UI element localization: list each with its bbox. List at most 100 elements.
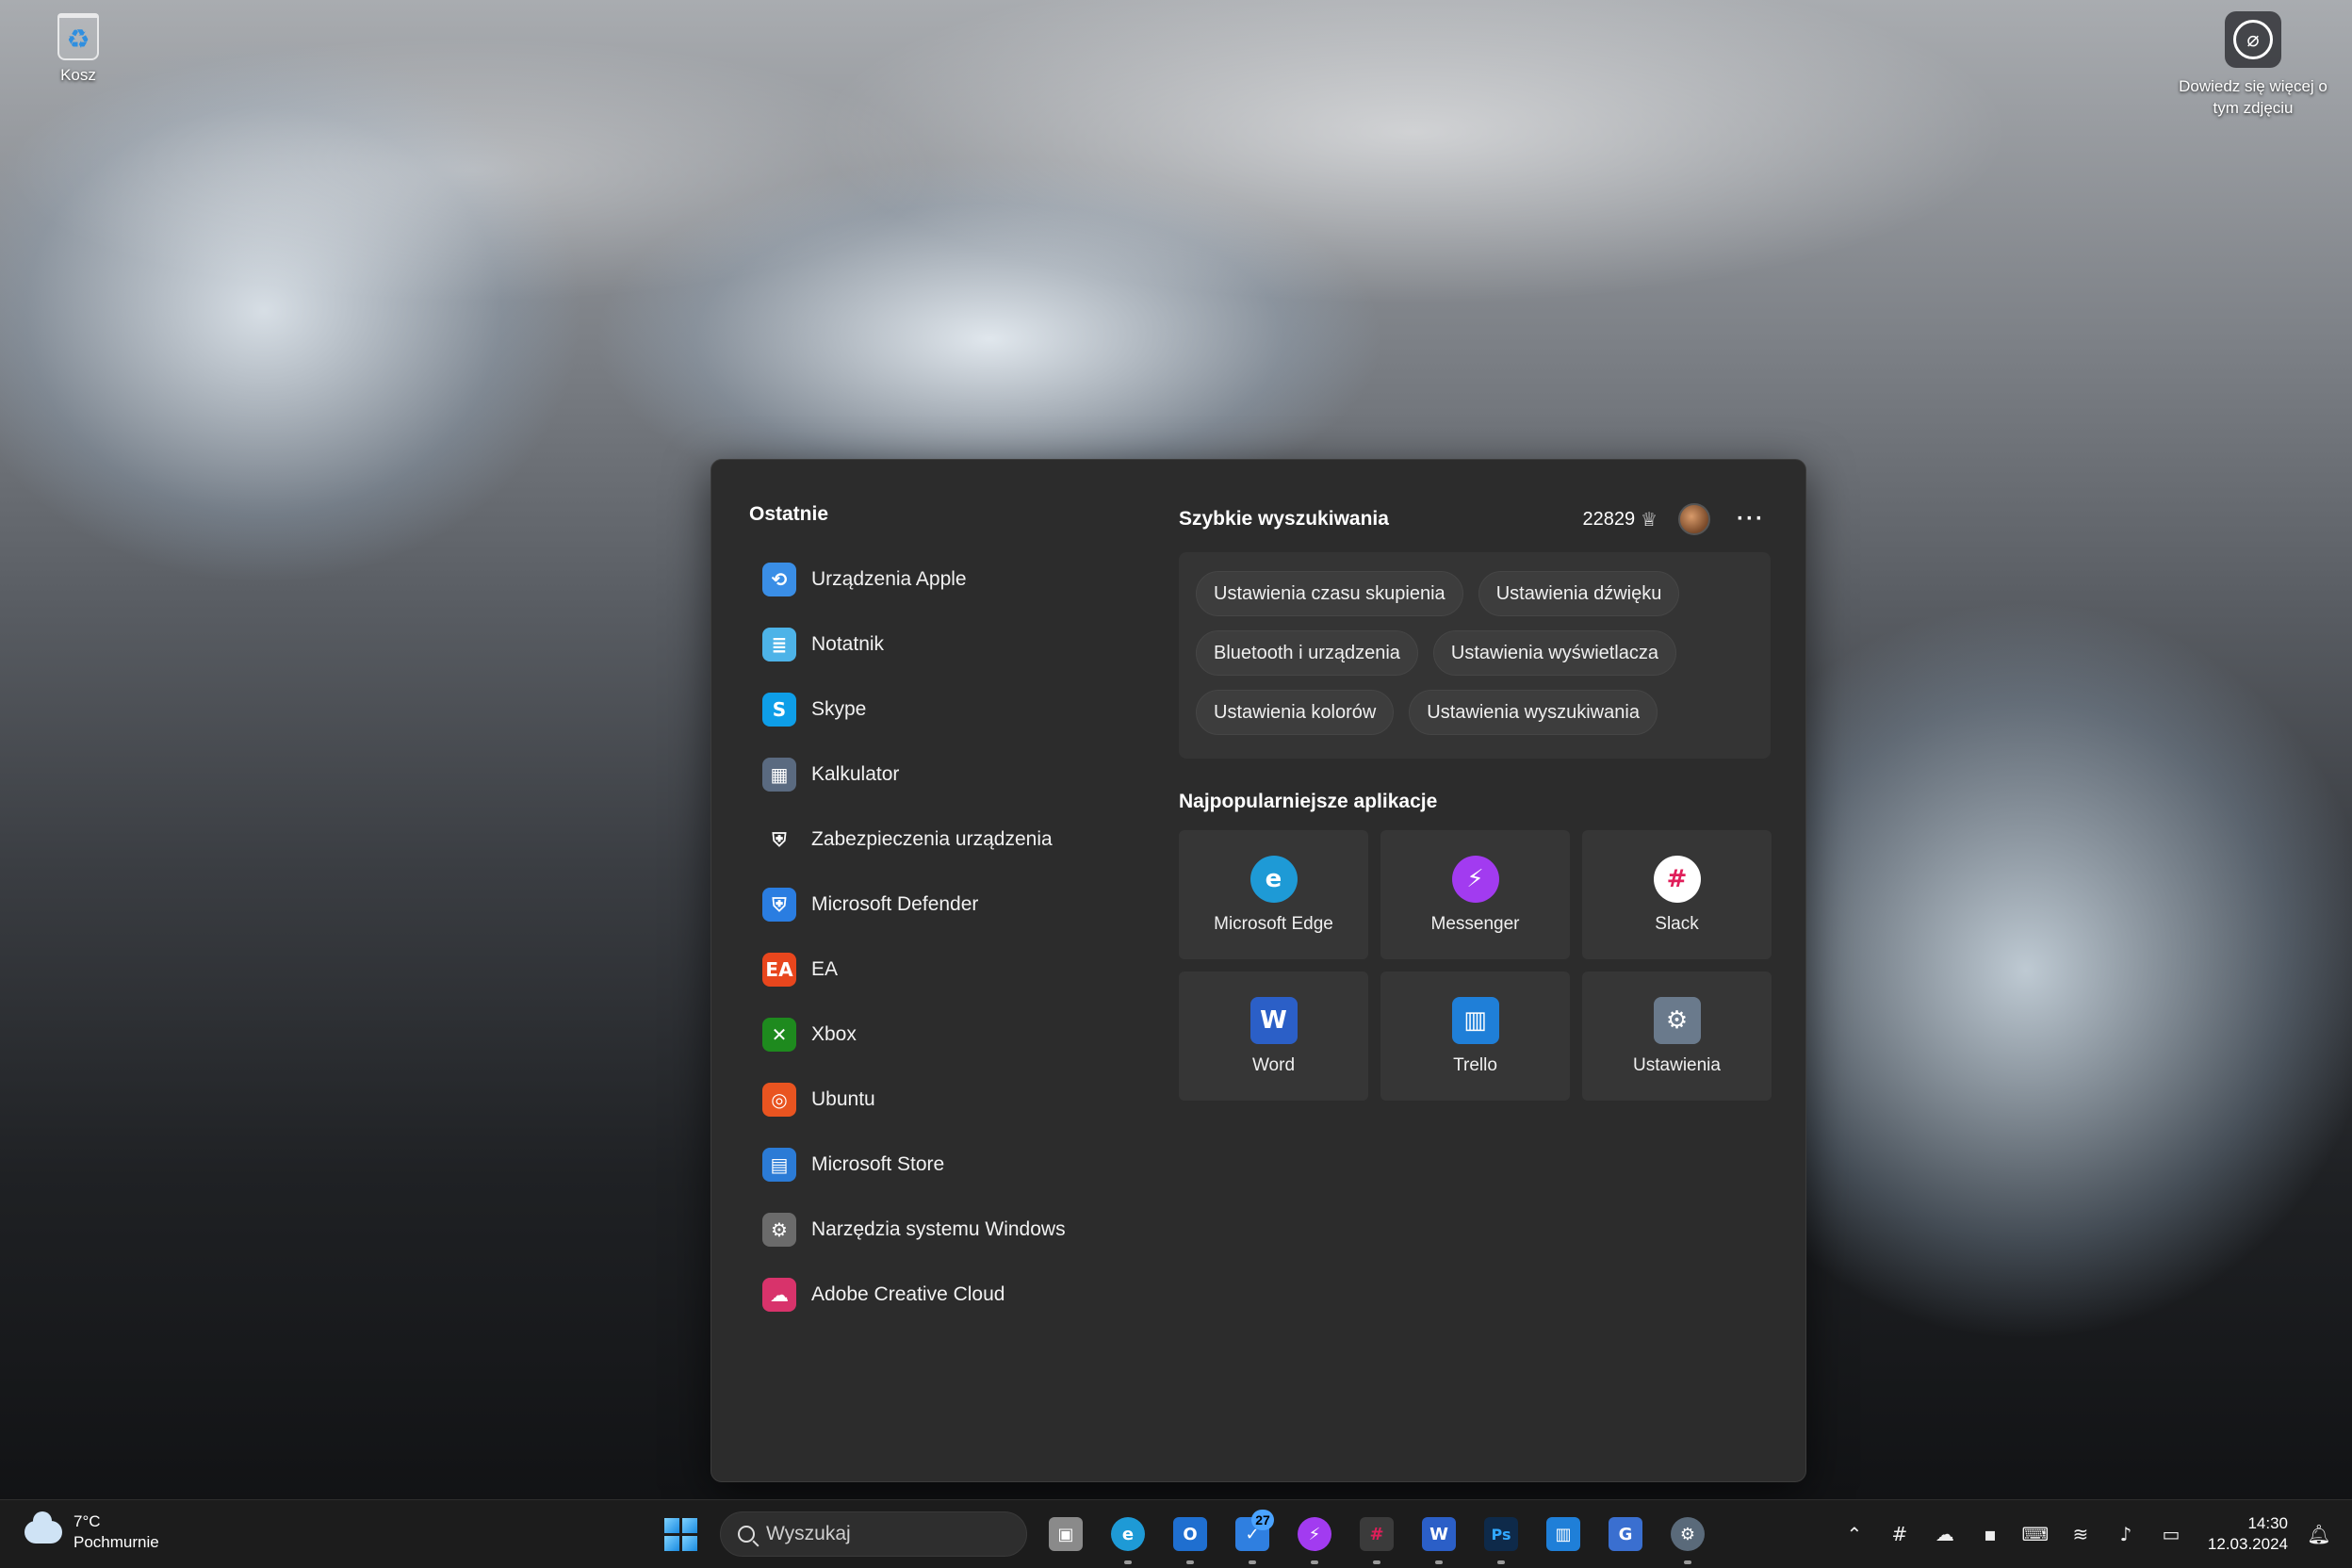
top-app-tile[interactable]: W Word <box>1179 972 1368 1101</box>
recent-item[interactable]: ▤ Microsoft Store <box>749 1132 1145 1197</box>
recent-item[interactable]: S Skype <box>749 677 1145 742</box>
learn-about-picture[interactable]: ⌀ Dowiedz się więcej o tym zdjęciu <box>2173 11 2333 119</box>
search-icon <box>738 1526 755 1543</box>
keyboard-icon[interactable]: ⌨ <box>2021 1520 2050 1548</box>
clock-date: 12.03.2024 <box>2207 1535 2288 1553</box>
account-area: 22829 ♕ ··· <box>1582 503 1771 535</box>
top-apps-grid: e Microsoft Edge ⚡ Messenger # Slack W Word ▥ Tre… <box>1179 830 1772 1101</box>
taskbar-app[interactable]: ▥ <box>1540 1510 1587 1559</box>
skype-icon: S <box>762 692 796 727</box>
defender-icon: ⛨ <box>762 887 796 922</box>
clock[interactable]: 14:30 12.03.2024 <box>2208 1513 2288 1555</box>
recent-item-label: Skype <box>811 697 867 720</box>
running-indicator <box>1435 1560 1443 1564</box>
taskbar-app[interactable]: ⚙ <box>1664 1510 1711 1564</box>
quick-search-chip[interactable]: Ustawienia kolorów <box>1196 690 1395 735</box>
quick-search-section: Szybkie wyszukiwania 22829 ♕ ··· Ustawie… <box>1179 503 1772 1101</box>
taskbar-app[interactable]: Ps <box>1478 1510 1525 1564</box>
rewards-points-value: 22829 <box>1582 508 1636 530</box>
recent-item[interactable]: ⟲ Urządzenia Apple <box>749 547 1145 612</box>
recent-item[interactable]: ⚙ Narzędzia systemu Windows <box>749 1197 1145 1262</box>
taskbar-app[interactable]: ▣ <box>1042 1510 1089 1559</box>
recent-item[interactable]: ✕ Xbox <box>749 1002 1145 1067</box>
photoshop-icon: Ps <box>1484 1517 1518 1551</box>
taskbar-app[interactable]: W <box>1415 1510 1462 1564</box>
running-indicator <box>1249 1560 1256 1564</box>
recent-item-label: Microsoft Defender <box>811 892 979 915</box>
recent-title: Ostatnie <box>749 503 829 525</box>
recent-item-label: EA <box>811 957 839 980</box>
taskbar-app[interactable]: O <box>1167 1510 1214 1564</box>
start-button[interactable] <box>656 1510 705 1559</box>
recent-item[interactable]: ⛨ Microsoft Defender <box>749 872 1145 937</box>
notification-badge: 27 <box>1251 1510 1274 1530</box>
calculator-icon: ▦ <box>762 757 796 792</box>
taskbar-app[interactable]: # <box>1353 1510 1400 1564</box>
xbox-icon: ✕ <box>762 1017 796 1052</box>
recycle-bin-icon <box>57 13 99 60</box>
top-app-tile[interactable]: ⚡ Messenger <box>1380 830 1570 959</box>
taskbar: 7°C Pochmurnie Wyszukaj ▣ e O ✓ 27 ⚡ # W Ps ▥ G ⚙ ⌃… <box>0 1499 2352 1568</box>
running-indicator <box>1124 1560 1132 1564</box>
translator-icon: G <box>1609 1517 1642 1551</box>
taskbar-app[interactable]: ⚡ <box>1291 1510 1338 1564</box>
notepad-icon: ≣ <box>762 627 796 662</box>
quick-search-header: Szybkie wyszukiwania 22829 ♕ ··· <box>1179 503 1771 535</box>
messenger-icon: ⚡ <box>1451 855 1499 903</box>
weather-temp: 7°C <box>74 1512 101 1530</box>
task-view-icon: ▣ <box>1049 1517 1083 1551</box>
avatar[interactable] <box>1678 503 1711 535</box>
chevron-up-icon[interactable]: ⌃ <box>1840 1520 1869 1548</box>
slack-tray-icon[interactable]: # <box>1886 1520 1914 1548</box>
recent-item[interactable]: ≣ Notatnik <box>749 612 1145 677</box>
outlook-icon: O <box>1173 1517 1207 1551</box>
top-app-tile[interactable]: # Slack <box>1582 830 1772 959</box>
recent-section: Ostatnie ⟲ Urządzenia Apple ≣ Notatnik S Skyp… <box>749 503 1145 1327</box>
start-menu: Ostatnie ⟲ Urządzenia Apple ≣ Notatnik S Skyp… <box>710 459 1806 1482</box>
quick-search-chip[interactable]: Ustawienia wyświetlacza <box>1432 630 1676 676</box>
top-app-tile[interactable]: ▥ Trello <box>1380 972 1570 1101</box>
notification-bell-icon[interactable]: 🔔︎ <box>2305 1520 2333 1548</box>
quick-search-chip[interactable]: Ustawienia dźwięku <box>1478 571 1680 616</box>
top-app-tile[interactable]: ⚙ Ustawienia <box>1582 972 1772 1101</box>
quick-search-title: Szybkie wyszukiwania <box>1179 508 1389 530</box>
quick-search-chip[interactable]: Bluetooth i urządzenia <box>1196 630 1418 676</box>
clock-time: 14:30 <box>2247 1514 2288 1532</box>
recent-item-label: Xbox <box>811 1022 857 1045</box>
rewards-points[interactable]: 22829 ♕ <box>1582 508 1658 531</box>
taskbar-search[interactable]: Wyszukaj <box>720 1511 1027 1557</box>
quick-search-chip[interactable]: Ustawienia wyszukiwania <box>1409 690 1658 735</box>
more-options-icon[interactable]: ··· <box>1731 506 1771 532</box>
taskbar-app[interactable]: e <box>1104 1510 1152 1564</box>
weather-widget[interactable]: 7°C Pochmurnie <box>24 1511 159 1553</box>
creative-cloud-icon: ☁ <box>762 1277 796 1312</box>
top-apps-title: Najpopularniejsze aplikacje <box>1179 791 1438 812</box>
onedrive-icon[interactable]: ☁ <box>1931 1520 1959 1548</box>
recent-item[interactable]: ◎ Ubuntu <box>749 1067 1145 1132</box>
store-icon: ▤ <box>762 1147 796 1182</box>
edge-icon: e <box>1111 1517 1145 1551</box>
taskbar-app[interactable]: ✓ 27 <box>1229 1510 1276 1564</box>
defender-tray-icon[interactable]: ▪ <box>1976 1520 2004 1548</box>
recent-item[interactable]: ⛨ Zabezpieczenia urządzenia <box>749 807 1145 872</box>
battery-icon[interactable]: ▭ <box>2157 1520 2185 1548</box>
weather-desc: Pochmurnie <box>74 1533 159 1551</box>
top-app-label: Trello <box>1453 1054 1497 1075</box>
cloud-icon <box>24 1511 62 1544</box>
running-indicator <box>1373 1560 1380 1564</box>
wifi-icon[interactable]: ≋ <box>2066 1520 2095 1548</box>
recent-item[interactable]: ☁ Adobe Creative Cloud <box>749 1262 1145 1327</box>
top-app-label: Ustawienia <box>1633 1054 1721 1075</box>
top-app-tile[interactable]: e Microsoft Edge <box>1179 830 1368 959</box>
trophy-icon: ♕ <box>1641 508 1658 531</box>
taskbar-app[interactable]: G <box>1602 1510 1649 1559</box>
recent-item-label: Urządzenia Apple <box>811 567 967 590</box>
recycle-bin-label: Kosz <box>60 66 96 84</box>
quick-search-chip[interactable]: Ustawienia czasu skupienia <box>1196 571 1463 616</box>
volume-icon[interactable]: ♪ <box>2112 1520 2140 1548</box>
recent-item[interactable]: ▦ Kalkulator <box>749 742 1145 807</box>
recycle-bin[interactable]: Kosz <box>45 13 111 85</box>
word-icon: W <box>1422 1517 1456 1551</box>
recent-item[interactable]: EA EA <box>749 937 1145 1002</box>
settings-icon: ⚙ <box>1671 1517 1705 1551</box>
